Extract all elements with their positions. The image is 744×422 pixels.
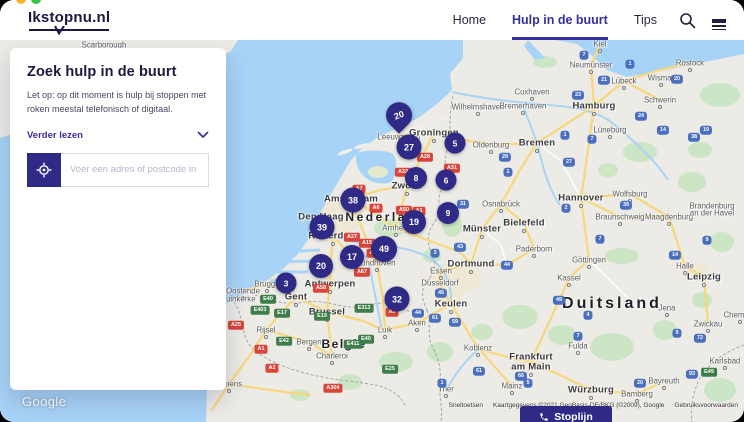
search-panel: Zoek hulp in de buurt Let op: op dit mom… — [10, 48, 226, 390]
map-shortcuts-link[interactable]: Sneltoetsen — [449, 402, 483, 409]
map-cluster-marker[interactable]: 27 — [397, 135, 422, 160]
map-pin-marker[interactable]: 20 — [381, 97, 418, 134]
nav-item-home[interactable]: Home — [453, 0, 486, 40]
marker-count: 3 — [284, 278, 289, 288]
address-input[interactable] — [61, 153, 209, 187]
marker-count: 17 — [347, 252, 357, 262]
stoplijn-button[interactable]: Stoplijn — [520, 406, 612, 422]
map-cluster-marker[interactable]: 9 — [437, 202, 459, 224]
logo-text: Ikstopnu.nl — [28, 9, 110, 31]
marker-count: 19 — [409, 217, 419, 227]
app-window: ScarboroughLeeuwardenGroningenZwolleAmst… — [0, 0, 744, 422]
marker-count: 49 — [379, 244, 389, 254]
google-watermark: Google — [22, 394, 66, 409]
main-nav: Home Hulp in de buurt Tips — [453, 0, 657, 40]
nav-item-hulp-in-de-buurt[interactable]: Hulp in de buurt — [512, 0, 608, 40]
header-icons — [679, 0, 726, 40]
marker-count: 39 — [317, 222, 327, 232]
map-cluster-marker[interactable]: 38 — [341, 188, 366, 213]
map-cluster-marker[interactable]: 5 — [445, 133, 466, 154]
chevron-down-icon[interactable] — [197, 131, 209, 139]
read-more-row: Verder lezen — [27, 130, 209, 141]
marker-count: 38 — [348, 195, 358, 205]
marker-count: 32 — [392, 294, 402, 304]
menu-icon[interactable] — [712, 17, 726, 23]
logo[interactable]: Ikstopnu.nl — [28, 0, 110, 40]
map-cluster-marker[interactable]: 8 — [405, 167, 427, 189]
crosshair-icon — [36, 162, 52, 178]
map-cluster-marker[interactable]: 19 — [402, 210, 426, 234]
map-cluster-marker[interactable]: 20 — [309, 254, 333, 278]
phone-icon — [539, 412, 549, 422]
map-cluster-marker[interactable]: 3 — [276, 273, 297, 294]
marker-count: 5 — [453, 138, 458, 148]
marker-count: 20 — [393, 109, 406, 122]
map-terms-link[interactable]: Gebruiksvoorwaarden — [674, 402, 738, 409]
marker-count: 9 — [446, 208, 451, 218]
map-cluster-marker[interactable]: 6 — [436, 170, 457, 191]
map-cluster-marker[interactable]: 17 — [340, 245, 364, 269]
map-cluster-marker[interactable]: 32 — [385, 287, 410, 312]
marker-count: 6 — [444, 175, 449, 185]
map-cluster-marker[interactable]: 39 — [310, 215, 335, 240]
marker-count: 20 — [316, 261, 326, 271]
header: Ikstopnu.nl Home Hulp in de buurt Tips — [0, 0, 744, 40]
panel-notice: Let op: op dit moment is hulp bij stoppe… — [27, 89, 209, 117]
panel-title: Zoek hulp in de buurt — [27, 64, 209, 80]
marker-count: 8 — [414, 173, 419, 183]
map-cluster-marker[interactable]: 49 — [371, 236, 397, 262]
speech-bubble-tail-icon — [54, 22, 68, 39]
search-icon[interactable] — [679, 12, 696, 29]
marker-count: 27 — [404, 142, 414, 152]
read-more-link[interactable]: Verder lezen — [27, 130, 83, 141]
stoplijn-label: Stoplijn — [554, 411, 593, 422]
nav-item-tips[interactable]: Tips — [634, 0, 657, 40]
locate-button[interactable] — [27, 153, 61, 187]
address-search-row — [27, 153, 209, 187]
